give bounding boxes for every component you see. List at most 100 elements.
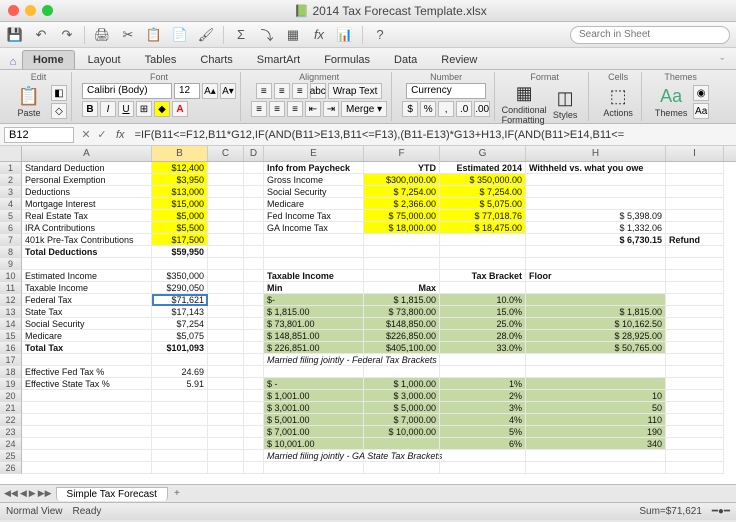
cell-A9[interactable]	[22, 258, 152, 270]
conditional-formatting-button[interactable]: ▦Conditional Formatting	[505, 83, 543, 125]
cell-H26[interactable]	[526, 462, 666, 474]
cell-E22[interactable]: $ 5,001.00	[264, 414, 364, 426]
row-header[interactable]: 1	[0, 162, 22, 174]
cell-D2[interactable]	[244, 174, 264, 186]
cell-E9[interactable]	[264, 258, 364, 270]
cell-I12[interactable]	[666, 294, 724, 306]
sum-icon[interactable]: Σ	[232, 26, 250, 44]
cell-C20[interactable]	[208, 390, 244, 402]
paste-button[interactable]: 📋Paste	[10, 86, 48, 118]
cell-D16[interactable]	[244, 342, 264, 354]
cell-D11[interactable]	[244, 282, 264, 294]
cell-G19[interactable]: 1%	[440, 378, 526, 390]
cell-H8[interactable]	[526, 246, 666, 258]
cell-D23[interactable]	[244, 426, 264, 438]
indent-dec-icon[interactable]: ⇤	[305, 101, 321, 117]
cell-H2[interactable]	[526, 174, 666, 186]
cell-D22[interactable]	[244, 414, 264, 426]
fx-label[interactable]: fx	[116, 129, 125, 141]
zoom-slider[interactable]: ━●━	[712, 506, 730, 517]
cell-D25[interactable]	[244, 450, 264, 462]
align-bot-icon[interactable]: ≡	[292, 83, 308, 99]
cell-I18[interactable]	[666, 366, 724, 378]
comma-icon[interactable]: ,	[438, 101, 454, 117]
cell-F11[interactable]: Max	[364, 282, 440, 294]
row-header[interactable]: 8	[0, 246, 22, 258]
cell-E19[interactable]: $ -	[264, 378, 364, 390]
cell-B18[interactable]: 24.69	[152, 366, 208, 378]
cell-H22[interactable]: 110	[526, 414, 666, 426]
cell-H4[interactable]	[526, 198, 666, 210]
cell-H9[interactable]	[526, 258, 666, 270]
cell-G25[interactable]	[440, 450, 526, 462]
cell-I5[interactable]	[666, 210, 724, 222]
cell-G20[interactable]: 2%	[440, 390, 526, 402]
cell-G24[interactable]: 6%	[440, 438, 526, 450]
cell-E7[interactable]	[264, 234, 364, 246]
cell-G3[interactable]: $ 7,254.00	[440, 186, 526, 198]
cell-I21[interactable]	[666, 402, 724, 414]
cell-G7[interactable]	[440, 234, 526, 246]
row-header[interactable]: 15	[0, 330, 22, 342]
cell-E20[interactable]: $ 1,001.00	[264, 390, 364, 402]
cell-F14[interactable]: $148,850.00	[364, 318, 440, 330]
cell-B1[interactable]: $12,400	[152, 162, 208, 174]
cell-E16[interactable]: $ 226,851.00	[264, 342, 364, 354]
cell-G18[interactable]	[440, 366, 526, 378]
row-header[interactable]: 23	[0, 426, 22, 438]
cell-D13[interactable]	[244, 306, 264, 318]
cell-B12[interactable]: $71,621	[152, 294, 208, 306]
fill-color-button[interactable]: ◆	[154, 101, 170, 117]
accept-formula-icon[interactable]: ✓	[94, 128, 110, 141]
save-icon[interactable]: 💾	[6, 26, 24, 44]
cell-G21[interactable]: 3%	[440, 402, 526, 414]
cell-D6[interactable]	[244, 222, 264, 234]
cell-C23[interactable]	[208, 426, 244, 438]
cell-D5[interactable]	[244, 210, 264, 222]
cell-B11[interactable]: $290,050	[152, 282, 208, 294]
cell-I22[interactable]	[666, 414, 724, 426]
cell-E5[interactable]: Fed Income Tax	[264, 210, 364, 222]
cell-A4[interactable]: Mortgage Interest	[22, 198, 152, 210]
cell-F8[interactable]	[364, 246, 440, 258]
cell-C3[interactable]	[208, 186, 244, 198]
ribbon-home-icon[interactable]: ⌂	[6, 55, 20, 69]
chart-icon[interactable]: 📊	[336, 26, 354, 44]
col-header[interactable]: A	[22, 146, 152, 161]
cell-E10[interactable]: Taxable Income	[264, 270, 364, 282]
cell-B16[interactable]: $101,093	[152, 342, 208, 354]
cell-A1[interactable]: Standard Deduction	[22, 162, 152, 174]
print-icon[interactable]: 🖨	[93, 26, 111, 44]
cell-B14[interactable]: $7,254	[152, 318, 208, 330]
row-header[interactable]: 12	[0, 294, 22, 306]
undo-icon[interactable]: ↶	[32, 26, 50, 44]
col-header[interactable]: F	[364, 146, 440, 161]
cell-D9[interactable]	[244, 258, 264, 270]
cell-D18[interactable]	[244, 366, 264, 378]
font-name-select[interactable]: Calibri (Body)	[82, 83, 172, 99]
row-header[interactable]: 5	[0, 210, 22, 222]
tab-smartart[interactable]: SmartArt	[246, 50, 311, 69]
themes-button[interactable]: AaThemes	[652, 86, 690, 118]
cell-F16[interactable]: $405,100.00	[364, 342, 440, 354]
cell-B19[interactable]: 5.91	[152, 378, 208, 390]
font-color-button[interactable]: A	[172, 101, 188, 117]
cell-F23[interactable]: $ 10,000.00	[364, 426, 440, 438]
cell-A7[interactable]: 401k Pre-Tax Contributions	[22, 234, 152, 246]
row-header[interactable]: 19	[0, 378, 22, 390]
cell-A13[interactable]: State Tax	[22, 306, 152, 318]
row-header[interactable]: 17	[0, 354, 22, 366]
cell-E3[interactable]: Social Security	[264, 186, 364, 198]
cell-I4[interactable]	[666, 198, 724, 210]
cell-H20[interactable]: 10	[526, 390, 666, 402]
clear-icon[interactable]: ◇	[51, 103, 67, 119]
cell-I6[interactable]	[666, 222, 724, 234]
select-all-corner[interactable]	[0, 146, 22, 161]
cell-E12[interactable]: $-	[264, 294, 364, 306]
cell-H19[interactable]	[526, 378, 666, 390]
cell-D3[interactable]	[244, 186, 264, 198]
cell-G5[interactable]: $ 77,018.76	[440, 210, 526, 222]
cell-H11[interactable]	[526, 282, 666, 294]
cell-I13[interactable]	[666, 306, 724, 318]
cell-B9[interactable]	[152, 258, 208, 270]
